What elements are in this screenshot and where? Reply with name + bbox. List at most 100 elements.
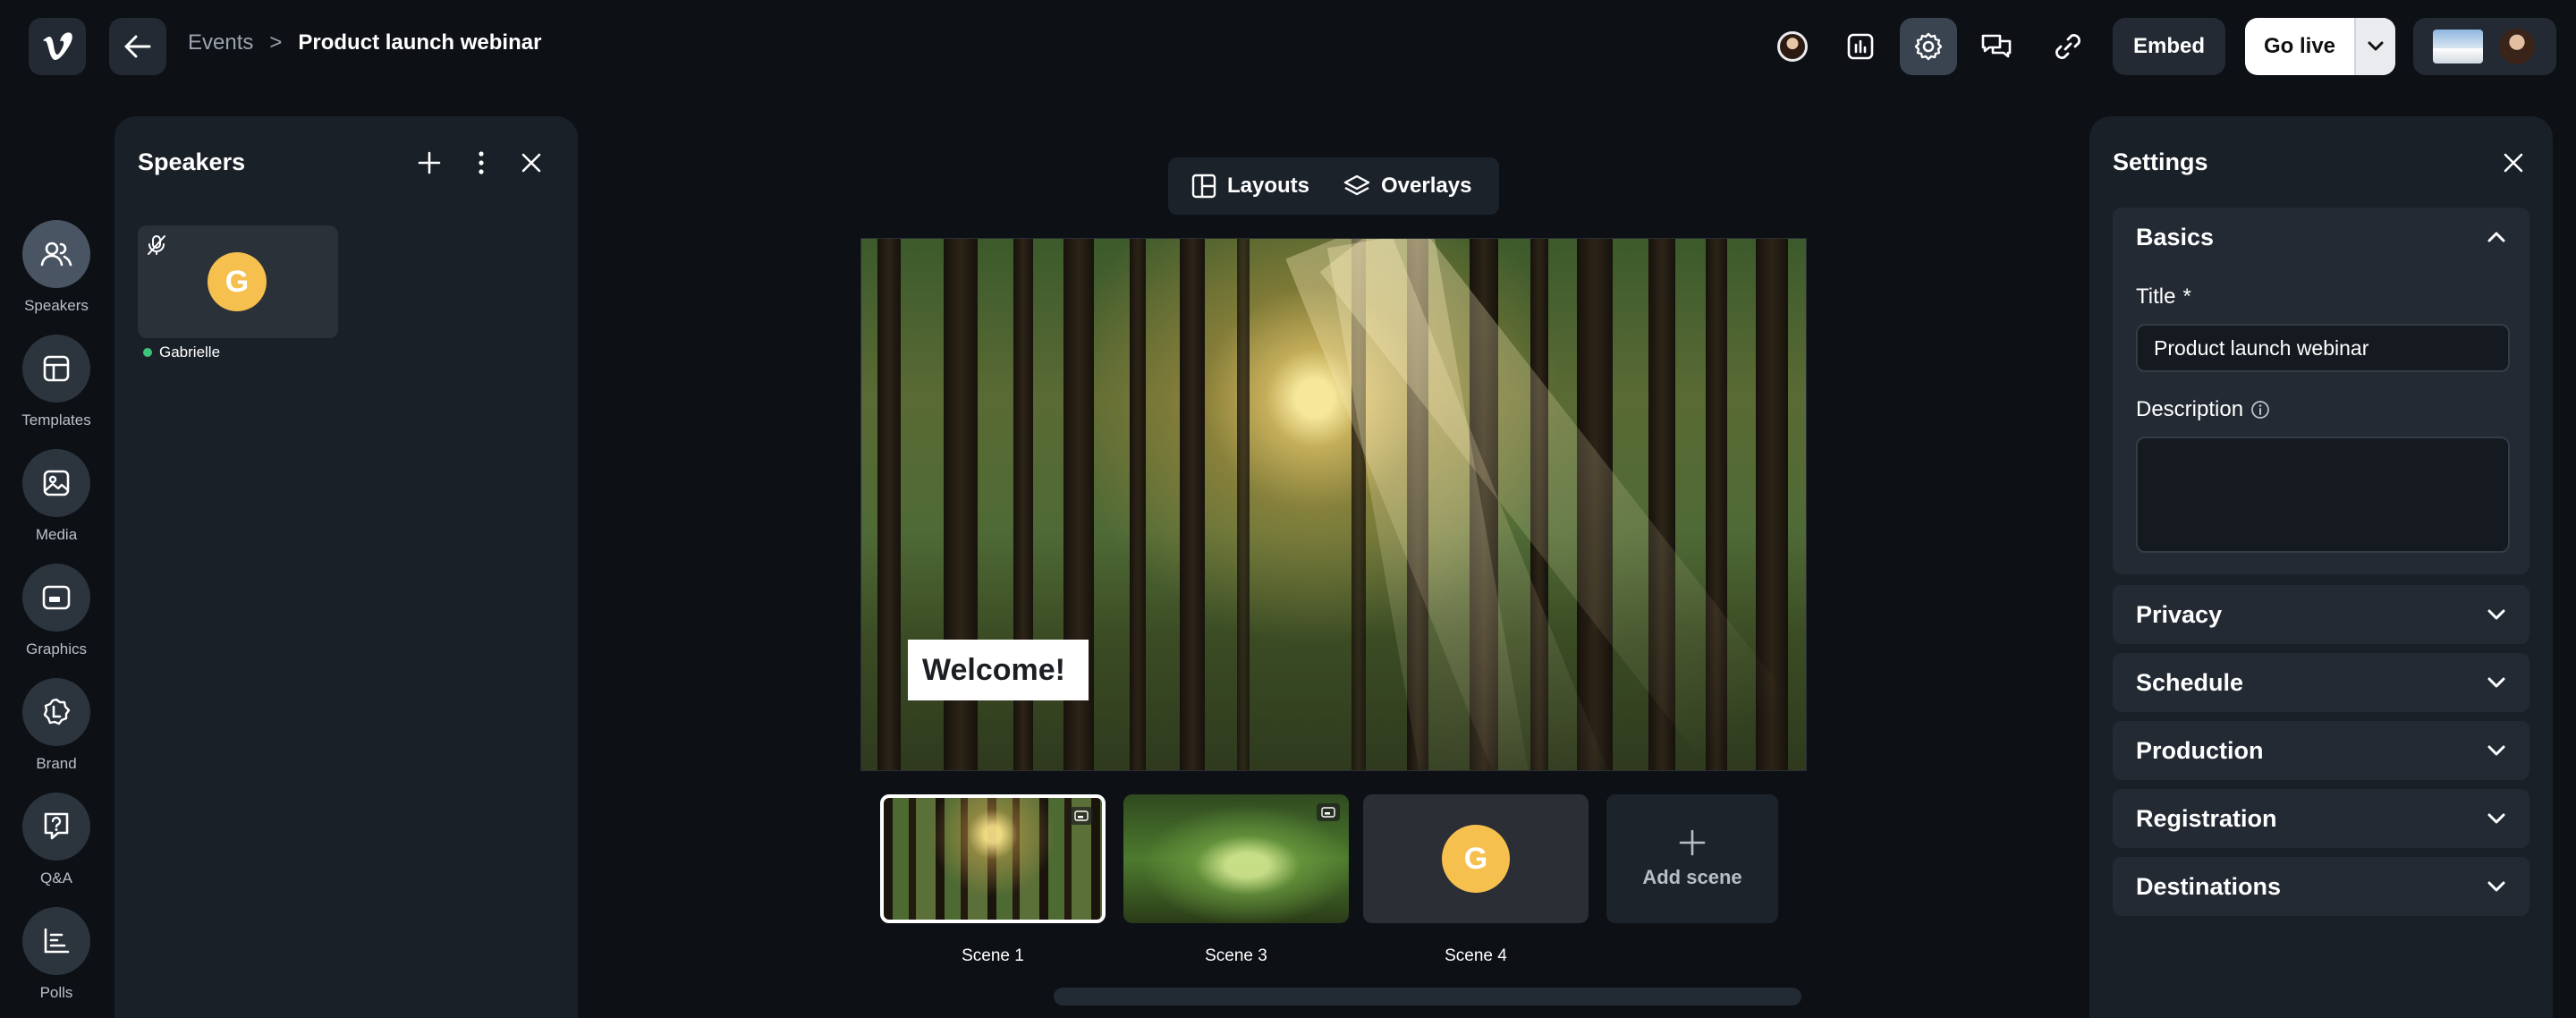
description-textarea[interactable] bbox=[2136, 437, 2510, 553]
speakers-panel: Speakers G Gabrielle bbox=[114, 116, 578, 1018]
rail-item-graphics[interactable]: Graphics bbox=[0, 564, 113, 658]
graphics-badge-icon bbox=[1317, 803, 1340, 821]
title-field-label: Title * bbox=[2136, 284, 2191, 310]
destinations-accordion[interactable]: Destinations bbox=[2113, 857, 2529, 916]
page-title: Product launch webinar bbox=[298, 30, 542, 55]
tree-trunk bbox=[877, 239, 901, 770]
description-field-label: Description bbox=[2136, 397, 2270, 422]
add-scene-button[interactable]: Add scene bbox=[1606, 794, 1778, 923]
add-speaker-button[interactable] bbox=[410, 143, 449, 182]
scene-thumbnail-1[interactable] bbox=[880, 794, 1106, 923]
tab-layouts-label: Layouts bbox=[1227, 174, 1310, 198]
brand-icon bbox=[22, 678, 90, 746]
rail-label: Speakers bbox=[24, 297, 89, 314]
go-live-button[interactable]: Go live bbox=[2245, 18, 2356, 75]
rail-item-media[interactable]: Media bbox=[0, 449, 113, 544]
rail-label: Polls bbox=[39, 984, 73, 1001]
basics-title: Basics bbox=[2136, 223, 2215, 250]
chevron-down-icon bbox=[2487, 745, 2505, 756]
rail-label: Media bbox=[35, 526, 78, 543]
mic-off-icon bbox=[147, 234, 166, 260]
go-live-control: Go live bbox=[2245, 18, 2395, 75]
scene-speaker-avatar: G bbox=[1442, 825, 1510, 893]
welcome-overlay[interactable]: Welcome! bbox=[908, 640, 1089, 700]
chat-button[interactable] bbox=[1968, 18, 2025, 75]
speakers-more-button[interactable] bbox=[462, 143, 501, 182]
scene-thumbnail-4[interactable]: G bbox=[1363, 794, 1589, 923]
analytics-button[interactable] bbox=[1832, 18, 1889, 75]
close-speakers-button[interactable] bbox=[512, 143, 551, 182]
rail-label: Q&A bbox=[40, 870, 72, 887]
tab-overlays[interactable]: Overlays bbox=[1329, 165, 1486, 208]
qa-icon bbox=[22, 793, 90, 861]
scene-label: Scene 3 bbox=[1205, 946, 1267, 965]
tab-layouts[interactable]: Layouts bbox=[1177, 165, 1324, 208]
layout-icon bbox=[1191, 174, 1216, 199]
speakers-panel-title: Speakers bbox=[138, 148, 246, 175]
rail-item-templates[interactable]: Templates bbox=[0, 335, 113, 429]
account-menu[interactable] bbox=[2413, 18, 2556, 75]
chevron-down-icon bbox=[2487, 609, 2505, 620]
tree-trunk bbox=[1130, 239, 1146, 770]
rail-item-polls[interactable]: Polls bbox=[0, 907, 113, 1002]
accordion-title: Schedule bbox=[2136, 668, 2244, 696]
participant-view-button[interactable] bbox=[1764, 18, 1821, 75]
add-scene-label: Add scene bbox=[1642, 866, 1742, 888]
link-icon bbox=[2055, 34, 2080, 59]
accordion-title: Production bbox=[2136, 736, 2264, 764]
tree-trunk bbox=[1237, 239, 1250, 770]
basics-section: Basics Title * Description bbox=[2113, 208, 2529, 574]
required-mark: * bbox=[2182, 284, 2191, 309]
rail-label: Templates bbox=[21, 411, 91, 428]
scene-thumbnail-3[interactable] bbox=[1123, 794, 1349, 923]
accordion-title: Destinations bbox=[2136, 872, 2282, 900]
basics-accordion-header[interactable]: Basics bbox=[2113, 208, 2529, 267]
share-link-button[interactable] bbox=[2039, 18, 2097, 75]
title-label-text: Title bbox=[2136, 284, 2176, 309]
avatar bbox=[2499, 29, 2535, 64]
close-icon bbox=[521, 153, 541, 173]
rail-item-speakers[interactable]: Speakers bbox=[0, 220, 113, 315]
left-rail: Speakers Templates Media Graphics Brand … bbox=[0, 93, 113, 1018]
rail-item-brand[interactable]: Brand bbox=[0, 678, 113, 773]
accordion-title: Privacy bbox=[2136, 600, 2223, 628]
embed-button[interactable]: Embed bbox=[2113, 18, 2225, 75]
close-icon bbox=[2504, 153, 2523, 173]
schedule-accordion[interactable]: Schedule bbox=[2113, 653, 2529, 712]
user-avatar-icon bbox=[1777, 31, 1808, 62]
graphics-badge-icon bbox=[1070, 807, 1093, 825]
stage-preview[interactable]: Welcome! bbox=[860, 238, 1807, 771]
rail-item-qa[interactable]: Q&A bbox=[0, 793, 113, 887]
close-settings-button[interactable] bbox=[2492, 141, 2535, 184]
settings-panel: Settings Basics Title * Description Priv… bbox=[2089, 116, 2553, 1018]
plus-icon bbox=[418, 151, 441, 174]
scene-label: Scene 1 bbox=[962, 946, 1024, 965]
users-icon bbox=[22, 220, 90, 288]
info-icon[interactable] bbox=[2250, 400, 2270, 420]
online-status-dot bbox=[143, 348, 152, 357]
chevron-down-icon bbox=[2487, 813, 2505, 824]
template-icon bbox=[22, 335, 90, 403]
scenes-scrollbar[interactable] bbox=[1054, 988, 1801, 1005]
chevron-down-icon bbox=[2487, 677, 2505, 688]
stage-toolbar: Layouts Overlays bbox=[1168, 157, 1499, 215]
settings-button[interactable] bbox=[1900, 18, 1957, 75]
production-accordion[interactable]: Production bbox=[2113, 721, 2529, 780]
registration-accordion[interactable]: Registration bbox=[2113, 789, 2529, 848]
vimeo-logo[interactable] bbox=[29, 18, 86, 75]
rail-label: Graphics bbox=[25, 640, 88, 657]
graphics-icon bbox=[22, 564, 90, 632]
scene-label: Scene 4 bbox=[1445, 946, 1507, 965]
back-button[interactable] bbox=[109, 18, 166, 75]
go-live-dropdown[interactable] bbox=[2356, 18, 2395, 75]
speaker-card[interactable]: G bbox=[138, 225, 338, 338]
plus-icon bbox=[1679, 829, 1706, 856]
breadcrumb-separator: > bbox=[269, 30, 283, 55]
chevron-down-icon bbox=[2487, 881, 2505, 892]
chat-icon bbox=[1981, 34, 2012, 58]
breadcrumb-events-link[interactable]: Events bbox=[188, 30, 253, 55]
top-bar: Events > Product launch webinar Embed Go… bbox=[0, 0, 2576, 93]
title-input[interactable] bbox=[2136, 324, 2510, 372]
privacy-accordion[interactable]: Privacy bbox=[2113, 585, 2529, 644]
layers-icon bbox=[1343, 174, 1370, 196]
